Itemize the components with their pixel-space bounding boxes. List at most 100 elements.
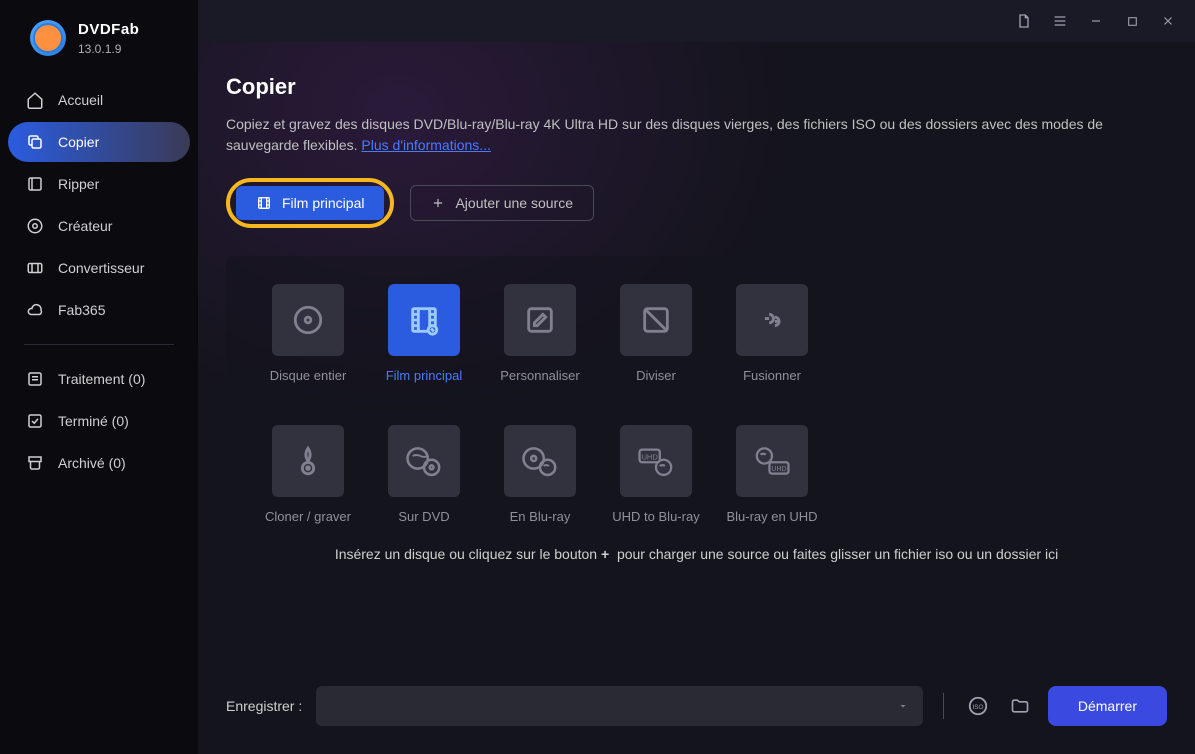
nav-label: Créateur (58, 218, 112, 234)
nav-secondary: Traitement (0) Terminé (0) Archivé (0) (0, 359, 198, 483)
save-destination-select[interactable] (316, 686, 923, 726)
mode-label: En Blu-ray (510, 509, 571, 524)
brand-logo-icon (30, 20, 66, 56)
page-description: Copiez et gravez des disques DVD/Blu-ray… (226, 114, 1156, 156)
mode-sur-dvd[interactable]: Sur DVD (366, 425, 482, 524)
merge-icon (736, 284, 808, 356)
nav-archive[interactable]: Archivé (0) (8, 443, 190, 483)
more-info-link[interactable]: Plus d'informations... (361, 137, 491, 153)
app-root: DVDFab 13.0.1.9 Accueil Copier (0, 0, 1195, 754)
nav-ripper[interactable]: Ripper (8, 164, 190, 204)
theme-icon[interactable] (1015, 12, 1033, 30)
mode-label: Sur DVD (398, 509, 449, 524)
button-label: Film principal (282, 195, 364, 211)
mode-uhd-to-bluray[interactable]: UHD UHD to Blu-ray (598, 425, 714, 524)
add-source-button[interactable]: Ajouter une source (410, 185, 594, 221)
film-icon (256, 195, 272, 211)
mode-en-bluray[interactable]: En Blu-ray (482, 425, 598, 524)
highlight-ring: Film principal (226, 178, 394, 228)
folder-icon[interactable] (1006, 692, 1034, 720)
mode-label: UHD to Blu-ray (612, 509, 699, 524)
nav-label: Accueil (58, 92, 103, 108)
mode-label: Film principal (386, 368, 463, 383)
start-button[interactable]: Démarrer (1048, 686, 1167, 726)
nav-traitement[interactable]: Traitement (0) (8, 359, 190, 399)
nav-label: Copier (58, 134, 99, 150)
iso-icon[interactable]: ISO (964, 692, 992, 720)
mode-disque-entier[interactable]: Disque entier (250, 284, 366, 383)
creator-icon (26, 217, 44, 235)
nav-divider (24, 344, 174, 345)
mode-bluray-en-uhd[interactable]: UHD Blu-ray en UHD (714, 425, 830, 524)
nav-termine[interactable]: Terminé (0) (8, 401, 190, 441)
uhd-to-bluray-icon: UHD (620, 425, 692, 497)
nav-label: Ripper (58, 176, 99, 192)
clone-icon (272, 425, 344, 497)
sidebar: DVDFab 13.0.1.9 Accueil Copier (0, 0, 198, 754)
modes-grid: Disque entier Film principal Personnalis… (250, 284, 1143, 524)
nav-convertisseur[interactable]: Convertisseur (8, 248, 190, 288)
archive-icon (26, 454, 44, 472)
split-icon (620, 284, 692, 356)
mode-label: Diviser (636, 368, 676, 383)
nav-home[interactable]: Accueil (8, 80, 190, 120)
save-label: Enregistrer : (226, 698, 302, 714)
nav-label: Convertisseur (58, 260, 144, 276)
main-movie-icon (388, 284, 460, 356)
footer-divider (943, 693, 944, 719)
copy-icon (26, 133, 44, 151)
plus-icon (431, 196, 445, 210)
menu-icon[interactable] (1051, 12, 1069, 30)
home-icon (26, 91, 44, 109)
content: Copier Copiez et gravez des disques DVD/… (198, 42, 1195, 754)
nav-createur[interactable]: Créateur (8, 206, 190, 246)
mode-label: Fusionner (743, 368, 801, 383)
close-button[interactable] (1159, 12, 1177, 30)
mode-fusionner[interactable]: Fusionner (714, 284, 830, 383)
svg-text:ISO: ISO (972, 704, 983, 711)
action-row: Film principal Ajouter une source (226, 178, 1167, 228)
nav-copier[interactable]: Copier (8, 122, 190, 162)
mode-label: Personnaliser (500, 368, 580, 383)
customize-icon (504, 284, 576, 356)
spacer (226, 580, 1167, 654)
processing-icon (26, 370, 44, 388)
nav-label: Traitement (0) (58, 371, 145, 387)
bluray-to-uhd-icon: UHD (736, 425, 808, 497)
mode-film-principal[interactable]: Film principal (366, 284, 482, 383)
maximize-button[interactable] (1123, 12, 1141, 30)
disc-icon (272, 284, 344, 356)
brand-text: DVDFab 13.0.1.9 (78, 21, 139, 56)
to-bluray-icon (504, 425, 576, 497)
mode-label: Blu-ray en UHD (726, 509, 817, 524)
chevron-down-icon (897, 700, 909, 712)
mode-label: Disque entier (270, 368, 347, 383)
to-dvd-icon (388, 425, 460, 497)
ripper-icon (26, 175, 44, 193)
svg-text:UHD: UHD (771, 466, 786, 473)
minimize-button[interactable] (1087, 12, 1105, 30)
svg-text:UHD: UHD (641, 453, 658, 462)
page-title: Copier (226, 74, 1167, 100)
titlebar (198, 0, 1195, 42)
main: Copier Copiez et gravez des disques DVD/… (198, 0, 1195, 754)
dropzone-hint: Insérez un disque ou cliquez sur le bout… (250, 546, 1143, 562)
button-label: Ajouter une source (455, 195, 573, 211)
brand-version: 13.0.1.9 (78, 42, 139, 56)
cloud-icon (26, 301, 44, 319)
mode-diviser[interactable]: Diviser (598, 284, 714, 383)
done-icon (26, 412, 44, 430)
modes-panel: Disque entier Film principal Personnalis… (226, 256, 1167, 580)
footer: Enregistrer : ISO Démarrer (226, 672, 1167, 736)
nav-fab365[interactable]: Fab365 (8, 290, 190, 330)
nav-label: Terminé (0) (58, 413, 129, 429)
brand-name: DVDFab (78, 21, 139, 38)
main-movie-button[interactable]: Film principal (236, 186, 384, 220)
mode-personnaliser[interactable]: Personnaliser (482, 284, 598, 383)
converter-icon (26, 259, 44, 277)
mode-cloner[interactable]: Cloner / graver (250, 425, 366, 524)
brand-block: DVDFab 13.0.1.9 (0, 20, 198, 78)
nav-label: Fab365 (58, 302, 105, 318)
mode-label: Cloner / graver (265, 509, 351, 524)
nav-primary: Accueil Copier Ripper Créateur (0, 80, 198, 330)
